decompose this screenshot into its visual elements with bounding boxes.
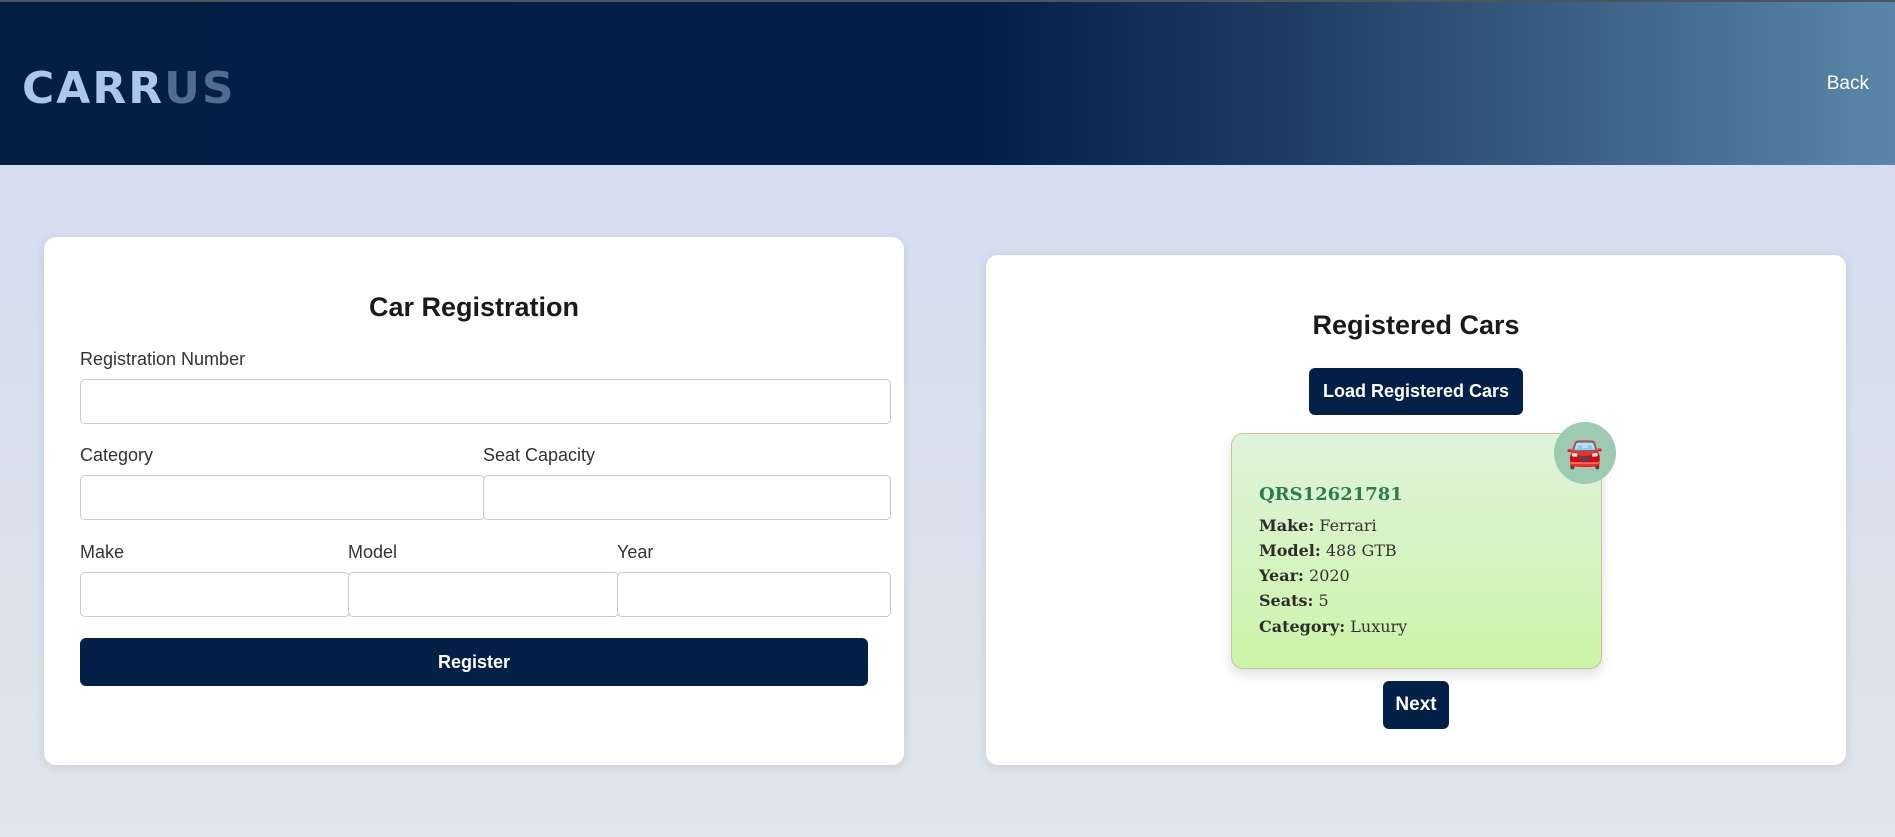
seat-capacity-input[interactable] (483, 475, 891, 520)
seat-capacity-label: Seat Capacity (483, 445, 596, 465)
registered-cars-card: Registered Cars Load Registered Cars 🚘 Q… (986, 255, 1846, 765)
load-registered-cars-button[interactable]: Load Registered Cars (1309, 368, 1523, 415)
logo-part2: US (164, 63, 236, 114)
car-info-card: 🚘 QRS12621781 Make: Ferrari Model: 488 G… (1231, 422, 1616, 669)
car-year-label: Year: (1259, 566, 1304, 585)
registered-cars-title: Registered Cars (1312, 310, 1520, 340)
year-label: Year (617, 542, 654, 562)
back-link[interactable]: Back (1827, 73, 1869, 95)
car-make-value: Ferrari (1319, 516, 1377, 535)
car-year-value: 2020 (1309, 566, 1350, 585)
car-year-row: Year: 2020 (1259, 566, 1350, 585)
car-icon: 🚘 (1566, 435, 1604, 471)
car-category-value: Luxury (1350, 617, 1408, 636)
car-make-label: Make: (1259, 516, 1315, 535)
car-category-label: Category: (1259, 617, 1346, 636)
category-label: Category (80, 445, 154, 465)
carrus-logo[interactable]: CARRUS (22, 64, 236, 114)
reg-number-label: Registration Number (80, 349, 246, 369)
logo-part1: CARR (22, 63, 165, 114)
make-input[interactable] (80, 572, 350, 617)
car-reg-number: QRS12621781 (1259, 484, 1403, 505)
car-seats-row: Seats: 5 (1259, 591, 1329, 610)
car-seats-label: Seats: (1259, 591, 1314, 610)
car-icon-badge: 🚘 (1554, 422, 1616, 484)
register-button[interactable]: Register (80, 638, 868, 686)
car-make-row: Make: Ferrari (1259, 516, 1377, 535)
model-input[interactable] (348, 572, 619, 617)
top-header: CARRUS Back (0, 0, 1895, 165)
car-model-row: Model: 488 GTB (1259, 541, 1397, 560)
car-model-value: 488 GTB (1325, 541, 1397, 560)
category-input[interactable] (80, 475, 485, 520)
car-registration-card: Car Registration Registration Number Cat… (44, 237, 904, 765)
model-label: Model (348, 542, 398, 562)
make-label: Make (80, 542, 125, 562)
car-category-row: Category: Luxury (1259, 617, 1407, 636)
car-model-label: Model: (1259, 541, 1321, 560)
year-input[interactable] (617, 572, 891, 617)
car-seats-value: 5 (1318, 591, 1329, 610)
next-button[interactable]: Next (1383, 681, 1449, 729)
registration-title: Car Registration (368, 292, 580, 322)
reg-number-input[interactable] (80, 379, 891, 424)
